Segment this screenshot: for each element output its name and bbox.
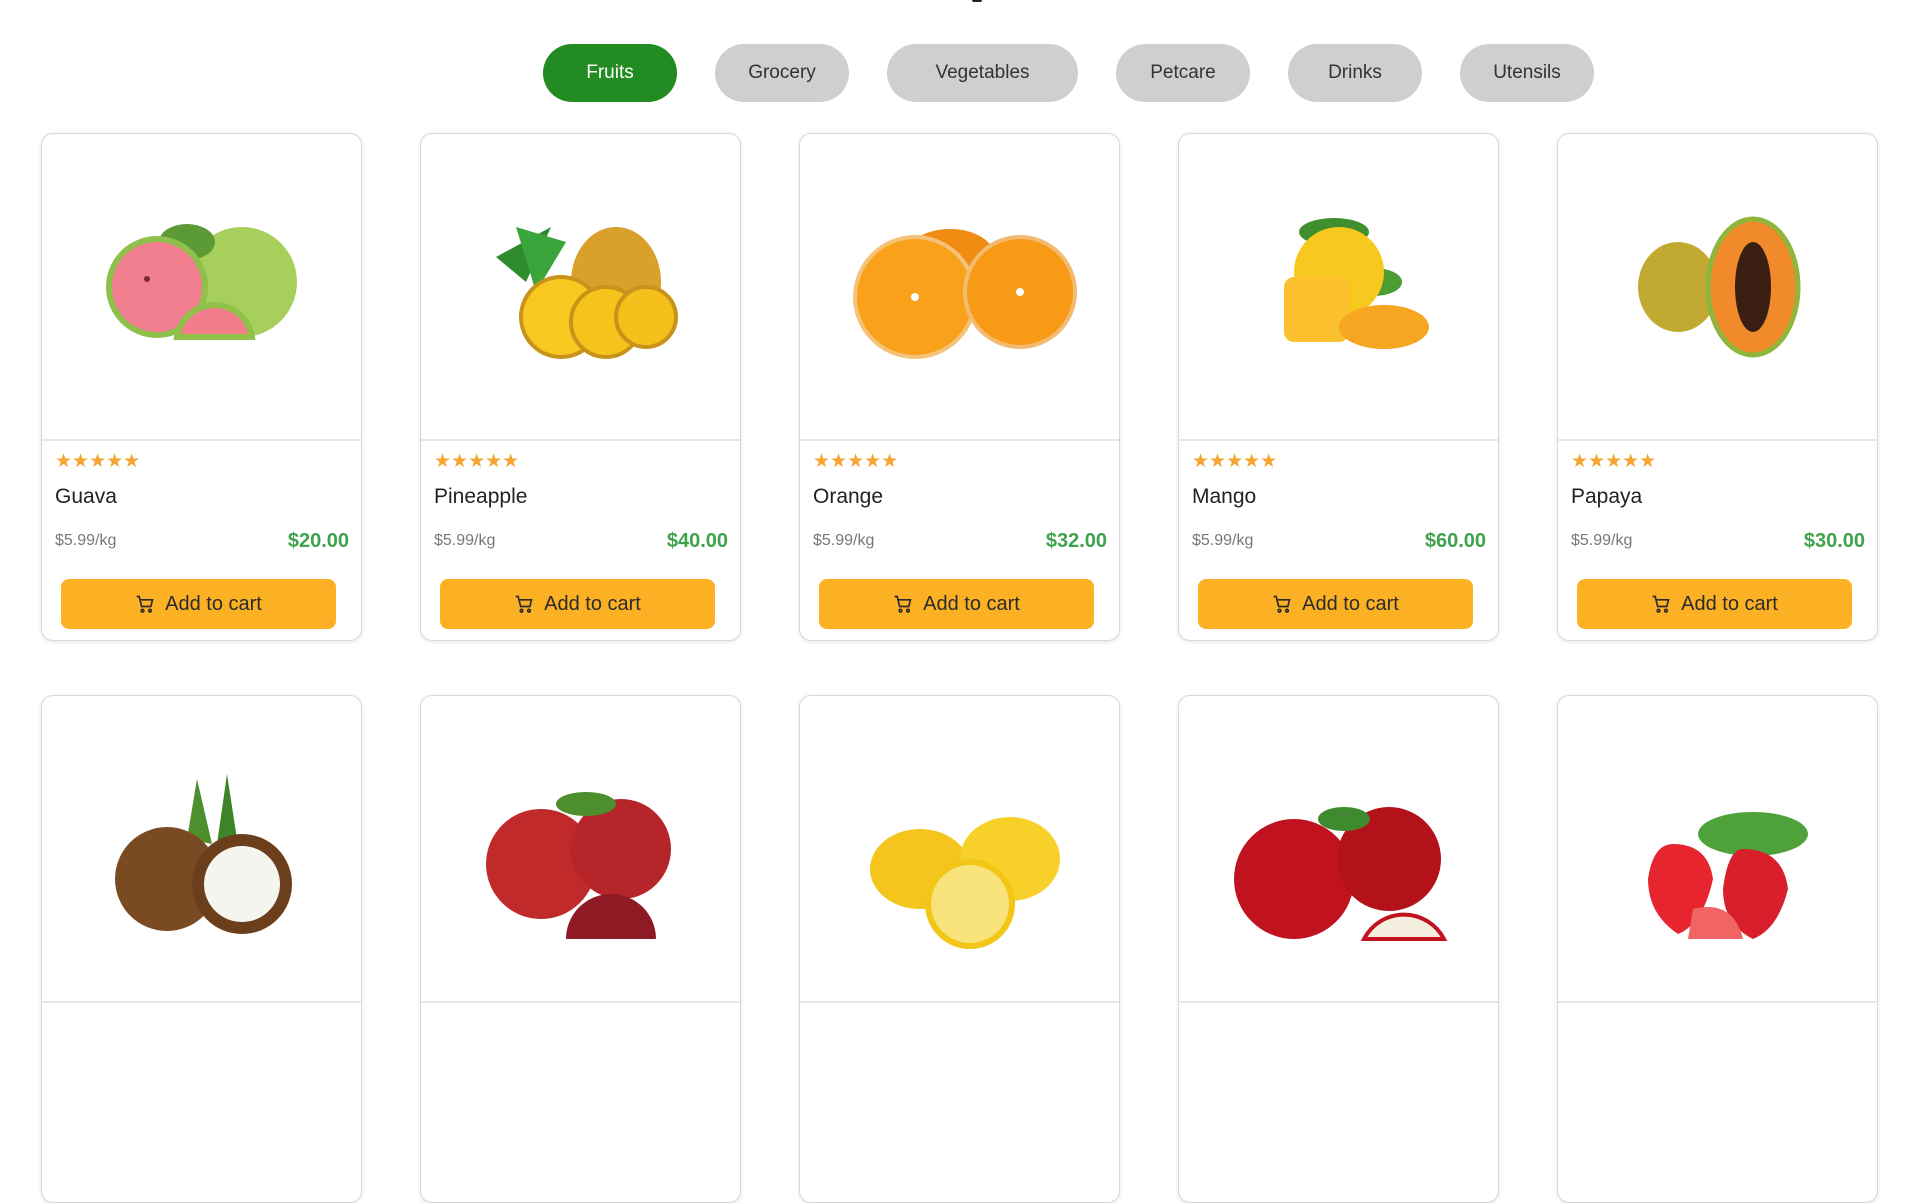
guava-image[interactable] bbox=[42, 134, 361, 441]
unit-price: $5.99/kg bbox=[813, 532, 875, 549]
lemon-image[interactable] bbox=[800, 696, 1119, 1003]
add-to-cart-label: Add to cart bbox=[923, 592, 1020, 615]
add-to-cart-button[interactable]: Add to cart bbox=[440, 579, 715, 629]
product-name: Mango bbox=[1192, 485, 1257, 508]
product-name: Guava bbox=[55, 485, 117, 508]
product-card: ★★★★★ Papaya $5.99/kg $30.00 Add to cart bbox=[1557, 133, 1878, 641]
product-card: ★★★★★ Pineapple $5.99/kg $40.00 Add to c… bbox=[420, 133, 741, 641]
add-to-cart-button[interactable]: Add to cart bbox=[1198, 579, 1473, 629]
add-to-cart-label: Add to cart bbox=[544, 592, 641, 615]
tab-vegetables[interactable]: Vegetables bbox=[887, 44, 1078, 102]
product-card bbox=[41, 695, 362, 1203]
cart-icon bbox=[894, 595, 912, 613]
cart-icon bbox=[515, 595, 533, 613]
rating-stars: ★★★★★ bbox=[1571, 451, 1657, 472]
unit-price: $5.99/kg bbox=[1192, 532, 1254, 549]
cart-icon bbox=[1652, 595, 1670, 613]
add-to-cart-label: Add to cart bbox=[1302, 592, 1399, 615]
product-name: Papaya bbox=[1571, 485, 1643, 508]
unit-price: $5.99/kg bbox=[1571, 532, 1633, 549]
rating-stars: ★★★★★ bbox=[813, 451, 899, 472]
product-name: Pineapple bbox=[434, 485, 528, 508]
papaya-image[interactable] bbox=[1558, 134, 1877, 441]
rating-stars: ★★★★★ bbox=[1192, 451, 1278, 472]
rating-stars: ★★★★★ bbox=[55, 451, 141, 472]
pomegranate-image[interactable] bbox=[421, 696, 740, 1003]
product-card bbox=[799, 695, 1120, 1203]
product-card bbox=[1557, 695, 1878, 1203]
coconut-image[interactable] bbox=[42, 696, 361, 1003]
tab-fruits[interactable]: Fruits bbox=[543, 44, 677, 102]
tab-grocery[interactable]: Grocery bbox=[715, 44, 849, 102]
product-name: Orange bbox=[813, 485, 884, 508]
product-card bbox=[420, 695, 741, 1203]
cart-icon bbox=[1273, 595, 1291, 613]
strawberry-image[interactable] bbox=[1558, 696, 1877, 1003]
rating-stars: ★★★★★ bbox=[434, 451, 520, 472]
tab-utensils[interactable]: Utensils bbox=[1460, 44, 1594, 102]
add-to-cart-button[interactable]: Add to cart bbox=[1577, 579, 1852, 629]
product-card bbox=[1178, 695, 1499, 1203]
product-card: ★★★★★ Mango $5.99/kg $60.00 Add to cart bbox=[1178, 133, 1499, 641]
product-price: $30.00 bbox=[1803, 530, 1865, 552]
product-card: ★★★★★ Guava $5.99/kg $20.00 Add to cart bbox=[41, 133, 362, 641]
product-price: $40.00 bbox=[666, 530, 728, 552]
add-to-cart-button[interactable]: Add to cart bbox=[61, 579, 336, 629]
mango-image[interactable] bbox=[1179, 134, 1498, 441]
tab-drinks[interactable]: Drinks bbox=[1288, 44, 1422, 102]
product-price: $60.00 bbox=[1424, 530, 1486, 552]
product-grid: ★★★★★ Guava $5.99/kg $20.00 Add to cart … bbox=[41, 133, 1878, 1203]
product-price: $32.00 bbox=[1045, 530, 1107, 552]
product-price: $20.00 bbox=[287, 530, 349, 552]
category-tabs: Fruits Grocery Vegetables Petcare Drinks… bbox=[543, 44, 1594, 102]
pineapple-image[interactable] bbox=[421, 134, 740, 441]
apple-image[interactable] bbox=[1179, 696, 1498, 1003]
add-to-cart-label: Add to cart bbox=[1681, 592, 1778, 615]
cart-icon bbox=[136, 595, 154, 613]
orange-image[interactable] bbox=[800, 134, 1119, 441]
add-to-cart-button[interactable]: Add to cart bbox=[819, 579, 1094, 629]
unit-price: $5.99/kg bbox=[55, 532, 117, 549]
page-title-fragment bbox=[972, 0, 982, 2]
unit-price: $5.99/kg bbox=[434, 532, 496, 549]
tab-petcare[interactable]: Petcare bbox=[1116, 44, 1250, 102]
add-to-cart-label: Add to cart bbox=[165, 592, 262, 615]
product-card: ★★★★★ Orange $5.99/kg $32.00 Add to cart bbox=[799, 133, 1120, 641]
